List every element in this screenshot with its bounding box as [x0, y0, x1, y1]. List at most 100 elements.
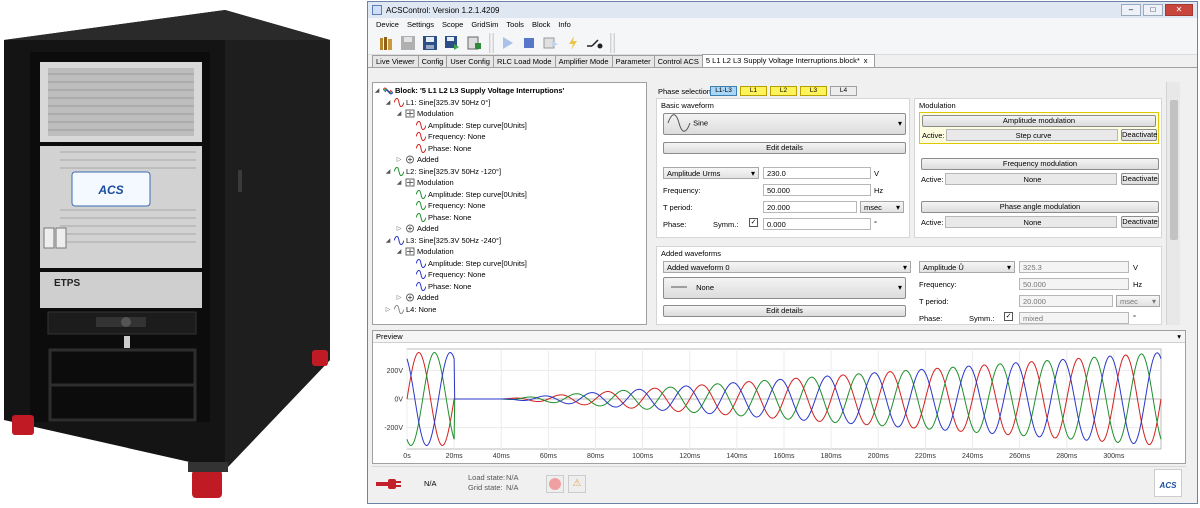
tree-row[interactable]: ◢ Modulation — [373, 246, 646, 258]
tab-user-config[interactable]: User Config — [446, 55, 494, 67]
tab-rlc-load-mode[interactable]: RLC Load Mode — [492, 55, 556, 67]
added-tperiod-unit-select[interactable]: msec — [1116, 295, 1160, 307]
phase-input[interactable]: 0.000 — [763, 218, 871, 230]
tree-row[interactable]: Frequency: None — [373, 200, 646, 212]
expand-icon[interactable]: ◢ — [395, 110, 403, 117]
switch-button[interactable] — [585, 33, 605, 53]
added-tperiod-input[interactable]: 20.000 — [1019, 295, 1113, 307]
tab-close-icon[interactable]: x — [864, 56, 868, 65]
trigger-button[interactable] — [563, 33, 583, 53]
tree-root[interactable]: ◢ Block: '5 L1 L2 L3 Supply Voltage Inte… — [373, 85, 646, 97]
menu-device[interactable]: Device — [376, 20, 399, 29]
waveform-type-select[interactable]: Sine ▾ — [663, 113, 906, 135]
added-waveform-select[interactable]: Added waveform 0 — [663, 261, 911, 273]
save-disabled-button[interactable] — [398, 33, 418, 53]
open-library-button[interactable] — [376, 33, 396, 53]
phase-button-l1-l3[interactable]: L1-L3 — [710, 86, 737, 96]
block-tree[interactable]: ◢ Block: '5 L1 L2 L3 Supply Voltage Inte… — [372, 82, 647, 325]
tab-config[interactable]: Config — [417, 55, 448, 67]
tree-row[interactable]: ▷ Added — [373, 223, 646, 235]
tree-row[interactable]: ▷ Added — [373, 154, 646, 166]
menu-tools[interactable]: Tools — [506, 20, 524, 29]
tree-row[interactable]: ◢ L3: Sine[325.3V 50Hz -240°] — [373, 235, 646, 247]
expand-icon[interactable]: ◢ — [373, 87, 381, 94]
tree-row[interactable]: ▷ L4: None — [373, 304, 646, 316]
tab-amplifier-mode[interactable]: Amplifier Mode — [554, 55, 613, 67]
tree-row[interactable]: Phase: None — [373, 281, 646, 293]
menu-block[interactable]: Block — [532, 20, 550, 29]
warning-button[interactable]: ⚠ — [568, 475, 586, 493]
frequency-input[interactable]: 50.000 — [763, 184, 871, 196]
close-button[interactable]: ✕ — [1165, 4, 1193, 16]
multi-run-button[interactable] — [541, 33, 561, 53]
expand-icon[interactable]: ▷ — [395, 156, 403, 163]
added-edit-details-button[interactable]: Edit details — [663, 305, 906, 317]
phase-button-l2[interactable]: L2 — [770, 86, 797, 96]
tperiod-input[interactable]: 20.000 — [763, 201, 857, 213]
added-amplitude-mode-select[interactable]: Amplitude Û — [919, 261, 1015, 273]
tperiod-unit-select[interactable]: msec — [860, 201, 904, 213]
freq-deactivate-button[interactable]: Deactivate — [1121, 173, 1159, 185]
expand-icon[interactable]: ◢ — [395, 248, 403, 255]
expand-icon[interactable]: ▷ — [395, 294, 403, 301]
menu-scope[interactable]: Scope — [442, 20, 463, 29]
tree-row[interactable]: Phase: None — [373, 212, 646, 224]
menu-info[interactable]: Info — [558, 20, 571, 29]
tree-row[interactable]: ▷ Added — [373, 292, 646, 304]
preview-menu-icon[interactable]: ▾ — [1177, 331, 1181, 343]
expand-icon[interactable]: ◢ — [384, 168, 392, 175]
tab-parameter[interactable]: Parameter — [611, 55, 655, 67]
symm-checkbox[interactable]: ✓ — [749, 218, 758, 227]
basic-edit-details-button[interactable]: Edit details — [663, 142, 906, 154]
tree-row[interactable]: Frequency: None — [373, 131, 646, 143]
added-waveform-type-select[interactable]: None ▾ — [663, 277, 906, 299]
added-amplitude-input[interactable]: 325.3 — [1019, 261, 1129, 273]
menu-gridsim[interactable]: GridSim — [471, 20, 498, 29]
phase-modulation-button[interactable]: Phase angle modulation — [921, 201, 1159, 213]
phase-button-l4[interactable]: L4 — [830, 86, 857, 96]
save-button[interactable] — [420, 33, 440, 53]
maximize-button[interactable]: □ — [1143, 4, 1163, 16]
basic-waveform-group: Basic waveform Sine ▾ Edit details Ampli… — [656, 98, 910, 238]
disconnect-button[interactable] — [546, 475, 564, 493]
tree-row[interactable]: ◢ L2: Sine[325.3V 50Hz -120°] — [373, 166, 646, 178]
export-button[interactable] — [464, 33, 484, 53]
amplitude-input[interactable]: 230.0 — [763, 167, 871, 179]
expand-icon[interactable]: ◢ — [395, 179, 403, 186]
amplitude-modulation-button[interactable]: Amplitude modulation — [922, 115, 1156, 127]
amplitude-mode-select[interactable]: Amplitude Urms — [663, 167, 759, 179]
amp-deactivate-button[interactable]: Deactivate — [1121, 129, 1157, 141]
stop-button[interactable] — [519, 33, 539, 53]
scroll-thumb[interactable] — [1170, 100, 1178, 240]
expand-icon[interactable]: ◢ — [384, 99, 392, 106]
phase-button-l1[interactable]: L1 — [740, 86, 767, 96]
added-symm-checkbox[interactable]: ✓ — [1004, 312, 1013, 321]
play-button[interactable] — [497, 33, 517, 53]
minimize-button[interactable]: – — [1121, 4, 1141, 16]
phase-button-l3[interactable]: L3 — [800, 86, 827, 96]
tab-live-viewer[interactable]: Live Viewer — [372, 55, 419, 67]
phase-deactivate-button[interactable]: Deactivate — [1121, 216, 1159, 228]
cabinet-brand-text: ETPS — [54, 278, 80, 289]
frequency-modulation-button[interactable]: Frequency modulation — [921, 158, 1159, 170]
tree-row[interactable]: ◢ Modulation — [373, 177, 646, 189]
added-waveform-type-value: None — [696, 282, 715, 292]
tree-row[interactable]: Phase: None — [373, 143, 646, 155]
menu-settings[interactable]: Settings — [407, 20, 434, 29]
expand-icon[interactable]: ◢ — [384, 237, 392, 244]
added-frequency-input[interactable]: 50.000 — [1019, 278, 1129, 290]
tree-row[interactable]: Amplitude: Step curve[0Units] — [373, 189, 646, 201]
added-phase-input[interactable]: mixed — [1019, 312, 1129, 324]
tab-block-file[interactable]: 5 L1 L2 L3 Supply Voltage Interruptions.… — [701, 54, 875, 67]
expand-icon[interactable]: ▷ — [384, 306, 392, 313]
tree-row[interactable]: ◢ Modulation — [373, 108, 646, 120]
tree-row[interactable]: Amplitude: Step curve[0Units] — [373, 120, 646, 132]
tab-control-acs[interactable]: Control ACS — [653, 55, 703, 67]
tree-row[interactable]: Amplitude: Step curve[0Units] — [373, 258, 646, 270]
tree-row[interactable]: Frequency: None — [373, 269, 646, 281]
editor-scrollbar[interactable] — [1166, 82, 1180, 325]
save-as-button[interactable] — [442, 33, 462, 53]
phase-selection-label: Phase selection: — [658, 87, 714, 96]
tree-row[interactable]: ◢ L1: Sine[325.3V 50Hz 0°] — [373, 97, 646, 109]
expand-icon[interactable]: ▷ — [395, 225, 403, 232]
